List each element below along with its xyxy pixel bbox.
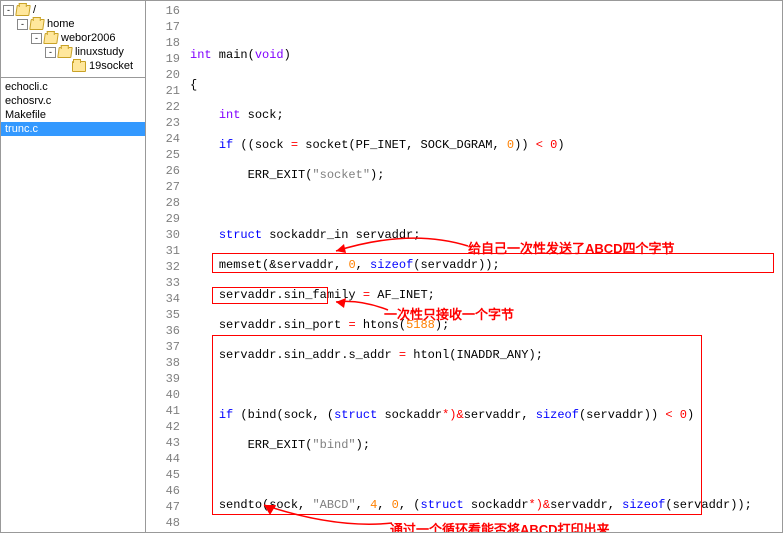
tree-sockdir[interactable]: 19socket	[1, 59, 145, 73]
folder-open-icon	[43, 33, 59, 44]
collapse-icon[interactable]: -	[45, 47, 56, 58]
file-item[interactable]: echosrv.c	[1, 94, 145, 108]
file-item[interactable]: echocli.c	[1, 80, 145, 94]
folder-open-icon	[57, 47, 73, 58]
annotation-text-2: 一次性只接收一个字节	[384, 304, 514, 323]
line-numbers: 1617181920212223242526272829303132333435…	[146, 1, 186, 532]
tree-user[interactable]: - webor2006	[1, 31, 145, 45]
folder-tree: - / - home - webor2006 - linuxstudy	[1, 1, 145, 78]
file-list: echocli.c echosrv.c Makefile trunc.c	[1, 78, 145, 532]
collapse-icon[interactable]: -	[31, 33, 42, 44]
tree-study[interactable]: - linuxstudy	[1, 45, 145, 59]
file-item-selected[interactable]: trunc.c	[1, 122, 145, 136]
code-body[interactable]: int main(void) { int sock; if ((sock = s…	[186, 1, 782, 532]
collapse-icon[interactable]: -	[3, 5, 14, 16]
tree-home[interactable]: - home	[1, 17, 145, 31]
code-editor[interactable]: 1617181920212223242526272829303132333435…	[146, 1, 782, 532]
tree-label: 19socket	[89, 60, 133, 72]
file-item[interactable]: Makefile	[1, 108, 145, 122]
tree-label: home	[47, 18, 75, 30]
tree-label: /	[33, 4, 36, 16]
annotation-text-1: 给自己一次性发送了ABCD四个字节	[468, 238, 675, 257]
folder-open-icon	[15, 5, 31, 16]
collapse-icon[interactable]: -	[17, 19, 28, 30]
annotation-text-3: 通过一个循环看能否将ABCD打印出来	[390, 519, 610, 532]
folder-open-icon	[29, 19, 45, 30]
spacer	[59, 61, 70, 72]
tree-label: webor2006	[61, 32, 115, 44]
tree-root[interactable]: - /	[1, 3, 145, 17]
sidebar: - / - home - webor2006 - linuxstudy	[1, 1, 146, 532]
tree-label: linuxstudy	[75, 46, 124, 58]
folder-closed-icon	[72, 61, 86, 72]
